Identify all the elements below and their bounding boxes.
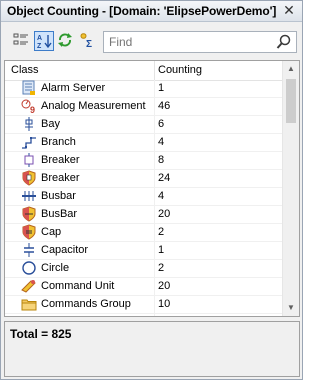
row-count: 2 [158, 262, 165, 274]
refresh-icon [58, 33, 72, 47]
table-row[interactable]: Alarm Server 1 [5, 80, 284, 98]
cap-shield-icon [22, 224, 36, 240]
title-bar[interactable]: Object Counting - [Domain: 'ElipsePowerD… [1, 1, 302, 22]
breaker-icon [24, 153, 34, 167]
column-header-counting[interactable]: Counting [158, 64, 202, 76]
table-row[interactable]: Connector 34 [5, 314, 284, 317]
summary-panel: Total = 825 [4, 321, 300, 377]
search-box[interactable] [103, 31, 297, 53]
row-count: 8 [158, 154, 165, 166]
column-header-class[interactable]: Class [11, 64, 39, 76]
breaker-shield-icon [22, 170, 36, 186]
refresh-button[interactable] [56, 31, 76, 51]
search-icon[interactable] [276, 34, 292, 50]
grid-rows: Alarm Server 1 9 Analog Measurement 46 B… [5, 80, 284, 317]
command-unit-icon [21, 280, 36, 293]
row-class: Branch [41, 136, 76, 148]
row-class: Capacitor [41, 244, 89, 256]
row-count: 20 [158, 280, 171, 292]
svg-text:9: 9 [30, 105, 35, 114]
total-count: Total = 825 [10, 327, 72, 341]
row-count: 2 [158, 226, 165, 238]
row-count: 34 [158, 316, 170, 317]
table-row[interactable]: Breaker 8 [5, 152, 284, 170]
alarm-server-icon [22, 80, 35, 95]
table-row[interactable]: BusBar 20 [5, 206, 284, 224]
row-class: Analog Measurement [41, 100, 146, 112]
table-row[interactable]: Busbar 4 [5, 188, 284, 206]
grid-header: Class Counting [5, 61, 284, 81]
row-class: Connector [41, 316, 92, 317]
row-count: 24 [158, 172, 171, 184]
close-icon[interactable]: ✕ [282, 3, 296, 17]
row-count: 10 [158, 298, 171, 310]
scroll-up-icon[interactable]: ▲ [283, 61, 299, 77]
row-count: 46 [158, 100, 171, 112]
counting-grid[interactable]: Class Counting Alarm Server 1 9 Analog M… [4, 60, 300, 317]
table-row[interactable]: Commands Group 10 [5, 296, 284, 314]
row-count: 1 [158, 244, 165, 256]
row-count: 20 [158, 208, 171, 220]
sort-az-icon: A Z [37, 35, 52, 49]
table-row[interactable]: Bay 6 [5, 116, 284, 134]
object-counting-window: Object Counting - [Domain: 'ElipsePowerD… [0, 0, 303, 380]
table-row[interactable]: Breaker 24 [5, 170, 284, 188]
connector-icon [21, 314, 37, 317]
row-class: Bay [41, 118, 60, 130]
row-class: Cap [41, 226, 62, 238]
folder-icon [21, 299, 37, 311]
window-title: Object Counting - [Domain: 'ElipsePowerD… [7, 4, 277, 18]
sum-icon: Σ [80, 33, 92, 48]
row-count: 4 [158, 136, 165, 148]
row-count: 6 [158, 118, 165, 130]
toolbar: A Z Σ [1, 22, 302, 60]
row-class: Breaker [41, 154, 80, 166]
table-row[interactable]: Cap 2 [5, 224, 284, 242]
row-count: 4 [158, 190, 165, 202]
sort-az-button[interactable]: A Z [34, 31, 54, 51]
svg-text:Z: Z [37, 43, 42, 49]
row-class: Alarm Server [41, 82, 106, 94]
table-row[interactable]: Branch 4 [5, 134, 284, 152]
svg-text:Σ: Σ [86, 39, 92, 48]
row-class: Circle [41, 262, 70, 274]
table-row[interactable]: Command Unit 20 [5, 278, 284, 296]
row-class: Breaker [41, 172, 80, 184]
vertical-scrollbar[interactable]: ▲ ▼ [282, 61, 299, 316]
busbar-icon [22, 191, 36, 201]
bay-icon [25, 117, 33, 131]
analog-measurement-icon: 9 [21, 99, 35, 114]
scroll-thumb[interactable] [286, 79, 296, 123]
capacitor-icon [24, 243, 34, 257]
summary-button[interactable]: Σ [78, 31, 98, 51]
svg-text:A: A [37, 35, 42, 42]
busbar-shield-icon [22, 206, 36, 222]
categorized-view-button[interactable] [12, 31, 32, 51]
scroll-down-icon[interactable]: ▼ [283, 300, 299, 316]
table-row[interactable]: Circle 2 [5, 260, 284, 278]
search-input[interactable] [109, 34, 269, 50]
column-divider[interactable] [154, 61, 155, 80]
branch-icon [22, 137, 36, 149]
row-count: 1 [158, 82, 165, 94]
categorized-icon [13, 33, 28, 45]
row-class: Command Unit [41, 280, 115, 292]
circle-icon [22, 261, 36, 275]
row-class: Commands Group [41, 298, 131, 310]
row-class: BusBar [41, 208, 78, 220]
table-row[interactable]: 9 Analog Measurement 46 [5, 98, 284, 116]
row-class: Busbar [41, 190, 76, 202]
table-row[interactable]: Capacitor 1 [5, 242, 284, 260]
